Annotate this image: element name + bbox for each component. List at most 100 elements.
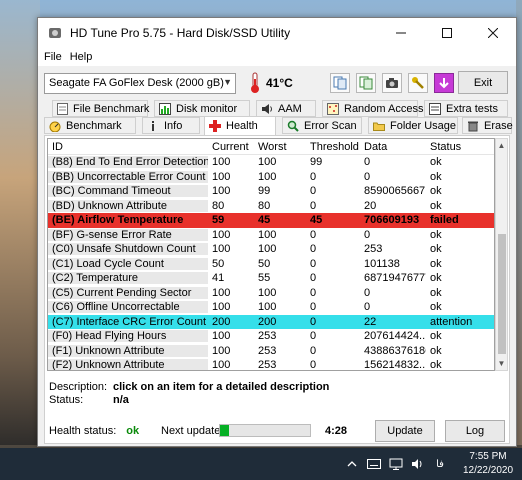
tab-strip: File Benchmark Disk monitor AAM Random A… (44, 100, 513, 135)
options-button[interactable] (408, 73, 428, 93)
keyboard-icon[interactable] (366, 456, 382, 472)
tab-aam[interactable]: AAM (256, 100, 316, 117)
table-row[interactable]: (C7) Interface CRC Error Count 200 200 0 22 a… (48, 314, 494, 329)
health-cross-icon (209, 120, 221, 132)
input-language[interactable]: فا (432, 456, 448, 472)
cell-current: 50 (212, 257, 225, 270)
tab-folder-usage[interactable]: Folder Usage (368, 117, 458, 134)
minimize-button[interactable] (378, 18, 424, 48)
cell-id: (BC) Command Timeout (48, 185, 208, 198)
cell-current: 100 (212, 228, 231, 241)
health-footer: Health status: ok Next update: 4:28 Upda… (49, 420, 505, 442)
table-row[interactable]: (C2) Temperature 41 55 0 68719476777 ok (48, 271, 494, 286)
chevron-up-icon[interactable] (344, 456, 360, 472)
cell-id: (BF) G-sense Error Rate (48, 228, 208, 241)
column-header-threshold[interactable]: Threshold (306, 141, 360, 153)
maximize-button[interactable] (424, 18, 470, 48)
copy-icon (333, 76, 347, 90)
table-row[interactable]: (F2) Unknown Attribute 100 253 0 156214832..… (48, 358, 494, 371)
menu-file[interactable]: File (44, 51, 70, 63)
tab-file-benchmark[interactable]: File Benchmark (52, 100, 149, 117)
close-button[interactable] (470, 18, 516, 48)
column-header-current[interactable]: Current (208, 141, 254, 153)
file-benchmark-icon (57, 102, 68, 115)
cell-worst: 100 (258, 228, 277, 241)
volume-icon[interactable] (410, 456, 426, 472)
cell-data: 253 (364, 243, 383, 256)
cell-threshold: 0 (310, 272, 317, 285)
network-icon[interactable] (388, 456, 404, 472)
column-header-status[interactable]: Status (426, 141, 492, 153)
column-header-worst[interactable]: Worst (254, 141, 306, 153)
taskbar: فا 7:55 PM 12/22/2020 (0, 448, 522, 480)
table-row[interactable]: (BB) Uncorrectable Error Count 100 100 0 0 ok (48, 170, 494, 185)
table-row[interactable]: (C1) Load Cycle Count 50 50 0 101138 ok (48, 257, 494, 272)
copy-screenshot-button[interactable] (356, 73, 376, 93)
tab-label: Erase (484, 119, 513, 132)
cell-status: ok (430, 344, 442, 357)
cell-id: (C2) Temperature (48, 272, 208, 285)
tab-random-access[interactable]: Random Access (322, 100, 423, 117)
log-button[interactable]: Log (445, 420, 505, 442)
cell-data: 0 (364, 228, 371, 241)
exit-button[interactable]: Exit (458, 71, 508, 94)
cell-status: ok (430, 330, 442, 343)
clock-time: 7:55 PM (469, 451, 507, 462)
table-row[interactable]: (C5) Current Pending Sector 100 100 0 0 ok (48, 286, 494, 301)
table-row[interactable]: (BD) Unknown Attribute 80 80 0 20 ok (48, 199, 494, 214)
status-label: Status: (49, 393, 84, 406)
table-row[interactable]: (C0) Unsafe Shutdown Count 100 100 0 253 ok (48, 242, 494, 257)
tab-erase[interactable]: Erase (462, 117, 513, 134)
cell-threshold: 0 (310, 359, 317, 371)
cell-id: (C5) Current Pending Sector (48, 286, 208, 299)
temperature-value: 41°C (266, 76, 293, 90)
folder-icon (373, 120, 385, 132)
tab-disk-monitor[interactable]: Disk monitor (154, 100, 250, 117)
cell-worst: 100 (258, 243, 277, 256)
table-row[interactable]: (C6) Offline Uncorrectable 100 100 0 0 ok (48, 300, 494, 315)
scrollbar-thumb[interactable] (498, 234, 506, 354)
cell-current: 100 (212, 243, 231, 256)
cell-id: (F1) Unknown Attribute (48, 344, 208, 357)
title-bar[interactable]: HD Tune Pro 5.75 - Hard Disk/SSD Utility (38, 18, 516, 48)
cell-threshold: 0 (310, 301, 317, 314)
cell-current: 200 (212, 315, 231, 328)
tab-extra-tests[interactable]: Extra tests (424, 100, 508, 117)
cell-current: 100 (212, 344, 231, 357)
hdtune-window: HD Tune Pro 5.75 - Hard Disk/SSD Utility… (37, 17, 517, 447)
cell-worst: 99 (258, 185, 271, 198)
scroll-up-icon[interactable]: ▲ (496, 139, 507, 152)
speaker-icon (261, 103, 273, 115)
tab-health[interactable]: Health (204, 116, 276, 135)
menu-help[interactable]: Help (70, 51, 101, 63)
table-row[interactable]: (F1) Unknown Attribute 100 253 0 43886376186… (48, 344, 494, 359)
cell-data: 101138 (364, 257, 400, 270)
drive-select[interactable]: Seagate FA GoFlex Desk (2000 gB) ▼ (44, 72, 236, 94)
table-row[interactable]: (B8) End To End Error Detection 100 100 99 0… (48, 155, 494, 170)
column-header-data[interactable]: Data (360, 141, 426, 153)
tab-label: Random Access (344, 102, 424, 115)
cell-current: 41 (212, 272, 225, 285)
copy-text-button[interactable] (330, 73, 350, 93)
description-area: Description: click on an item for a deta… (49, 380, 329, 406)
taskbar-clock[interactable]: 7:55 PM 12/22/2020 (454, 450, 522, 478)
scroll-down-icon[interactable]: ▼ (496, 357, 507, 370)
tab-info[interactable]: Info (142, 117, 200, 134)
save-button[interactable] (434, 73, 454, 93)
tab-benchmark[interactable]: Benchmark (44, 117, 136, 134)
cell-worst: 45 (258, 214, 271, 227)
tab-label: Folder Usage (390, 119, 457, 132)
table-row[interactable]: (BC) Command Timeout 100 99 0 8590065667 ok (48, 184, 494, 199)
screenshot-button[interactable] (382, 73, 402, 93)
tab-error-scan[interactable]: Error Scan (282, 117, 362, 134)
table-row[interactable]: (BE) Airflow Temperature 59 45 45 706609193 f… (48, 213, 494, 228)
cell-worst: 253 (258, 330, 277, 343)
table-row[interactable]: (BF) G-sense Error Rate 100 100 0 0 ok (48, 228, 494, 243)
update-button[interactable]: Update (375, 420, 435, 442)
cell-worst: 253 (258, 359, 277, 371)
extra-tests-icon (429, 102, 441, 115)
table-row[interactable]: (F0) Head Flying Hours 100 253 0 207614424..… (48, 329, 494, 344)
cell-current: 59 (212, 214, 225, 227)
table-scrollbar[interactable]: ▲ ▼ (495, 138, 508, 371)
column-header-id[interactable]: ID (48, 141, 208, 153)
